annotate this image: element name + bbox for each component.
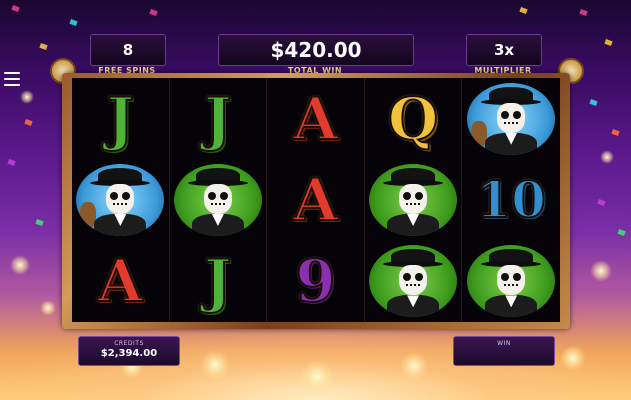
symbol-red-letter: A	[292, 165, 339, 234]
confetti	[519, 6, 528, 15]
symbol-gold-letter: Q	[387, 84, 440, 153]
sugar-skull-face-icon	[497, 102, 526, 133]
skull-man-portrait-symbol	[467, 245, 556, 318]
confetti	[39, 42, 48, 51]
symbol-green-letter: J	[203, 247, 232, 316]
confetti	[35, 218, 44, 227]
reel-cell	[365, 241, 462, 322]
skull-man-portrait-symbol	[369, 163, 458, 236]
sugar-skull-face-icon	[106, 183, 135, 214]
confetti	[611, 128, 620, 137]
sugar-skull-face-icon	[497, 265, 526, 296]
confetti	[589, 98, 598, 107]
reel-cell: Q	[365, 78, 462, 159]
reel-cell	[365, 159, 462, 240]
guitarist-portrait-symbol	[467, 82, 556, 155]
confetti	[11, 4, 20, 13]
bokeh-light	[300, 360, 334, 394]
multiplier-value: 3x	[493, 41, 515, 59]
win-panel: WIN	[453, 336, 555, 366]
symbol-purple-letter: 9	[294, 247, 336, 316]
reel-cell: J	[72, 78, 169, 159]
sugar-skull-face-icon	[399, 183, 428, 214]
total-win-value: $420.00	[270, 38, 362, 62]
reel-3: AA 9	[267, 78, 365, 322]
reel-cell: 9	[267, 241, 364, 322]
credits-label: CREDITS	[114, 340, 144, 347]
bokeh-light	[10, 255, 30, 275]
hamburger-menu-icon[interactable]	[4, 72, 20, 86]
reel-cell: A	[267, 159, 364, 240]
confetti	[149, 8, 158, 17]
symbol-red-letter: A	[292, 84, 339, 153]
confetti	[24, 118, 33, 127]
bokeh-light	[400, 352, 428, 380]
free-spins-value: 8	[122, 41, 134, 59]
bokeh-light	[40, 300, 56, 316]
confetti	[579, 8, 588, 17]
reel-cell	[462, 241, 560, 322]
reel-1: JA	[72, 78, 170, 322]
reel-cell: J	[170, 78, 267, 159]
reel-cell: A	[267, 78, 364, 159]
skull-man-portrait-symbol	[369, 245, 458, 318]
skull-man-portrait-symbol	[173, 163, 262, 236]
symbol-red-letter: A	[97, 247, 144, 316]
bokeh-light	[590, 260, 612, 282]
credits-value: $2,394.00	[100, 348, 158, 359]
symbol-blue-letter: 10	[475, 169, 547, 229]
symbol-green-letter: J	[203, 84, 232, 153]
confetti	[69, 18, 78, 27]
confetti	[7, 158, 16, 167]
guitarist-portrait-symbol	[76, 163, 165, 236]
total-win-display: $420.00	[218, 34, 414, 66]
bokeh-light	[20, 90, 34, 104]
confetti	[604, 38, 613, 47]
reel-cell	[462, 78, 560, 159]
bokeh-light	[600, 150, 614, 164]
reel-cell: 10	[462, 159, 560, 240]
credits-panel: CREDITS $2,394.00	[78, 336, 180, 366]
sugar-skull-face-icon	[399, 265, 428, 296]
multiplier-display: 3x	[466, 34, 542, 66]
free-spins-counter: 8	[90, 34, 166, 66]
reel-cell: J	[170, 241, 267, 322]
confetti	[597, 198, 606, 207]
reel-cell	[72, 159, 169, 240]
reel-5: 10	[462, 78, 560, 322]
symbol-green-letter: J	[106, 84, 135, 153]
confetti	[617, 228, 626, 237]
reel-4: Q	[365, 78, 463, 322]
sugar-skull-face-icon	[203, 183, 232, 214]
reel-2: JJ	[170, 78, 268, 322]
win-label: WIN	[497, 340, 511, 347]
reel-cell: A	[72, 241, 169, 322]
reel-cell	[170, 159, 267, 240]
reel-grid: J A J J A A 9 Q 10	[72, 78, 560, 322]
bokeh-light	[560, 345, 586, 371]
bokeh-light	[200, 350, 230, 380]
